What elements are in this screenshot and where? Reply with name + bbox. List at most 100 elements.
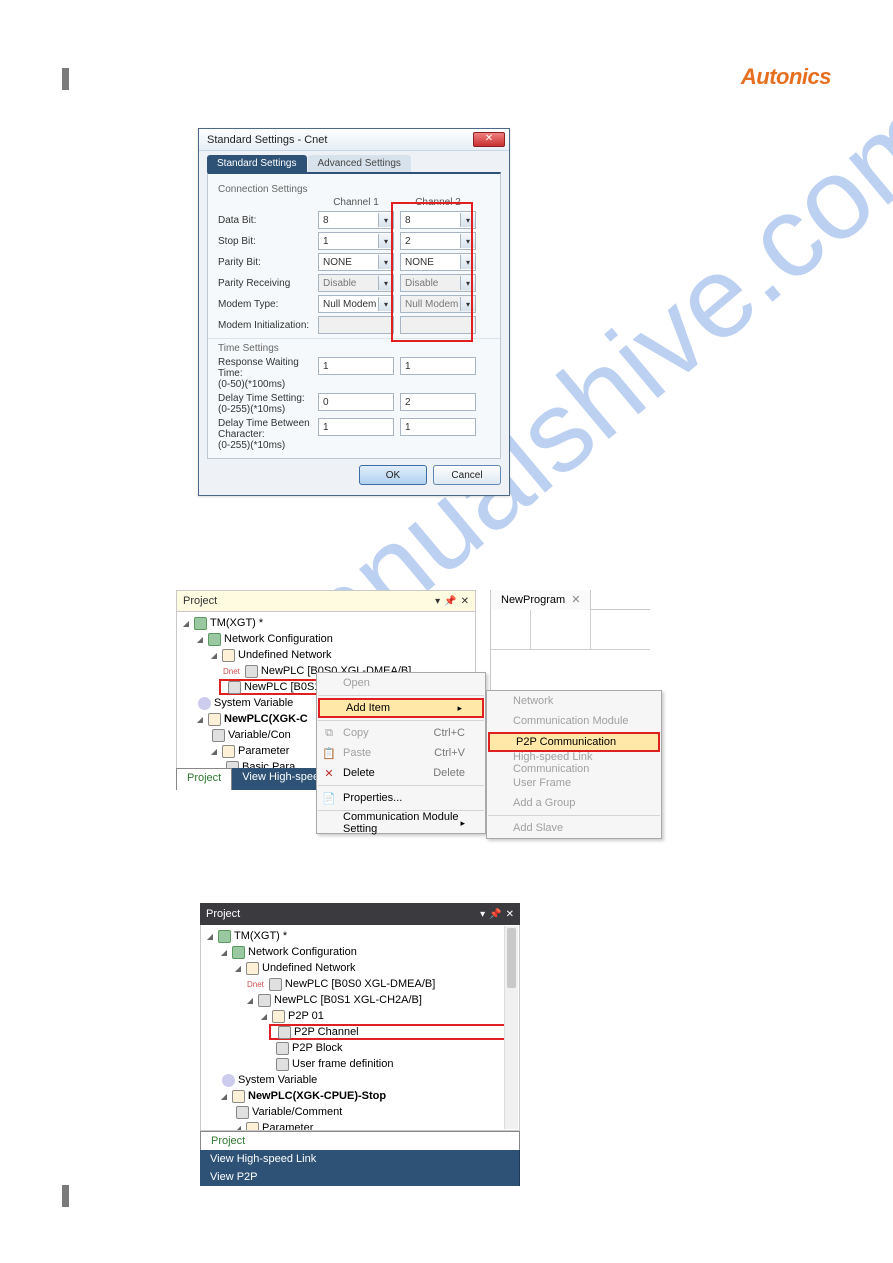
tree-newplc-xgk[interactable]: NewPLC(XGK-CPUE)-Stop: [248, 1090, 386, 1102]
tree-user-frame-def[interactable]: User frame definition: [292, 1058, 394, 1070]
parity-receiving-ch1: Disable▾: [318, 274, 394, 292]
submenu-user-frame[interactable]: User Frame: [487, 773, 661, 793]
stop-bit-ch1[interactable]: 1▾: [318, 232, 394, 250]
close-button[interactable]: ✕: [473, 132, 505, 147]
editor-tab-newprogram[interactable]: NewProgram✕: [491, 590, 591, 610]
modem-init-ch1: [318, 316, 394, 334]
close-icon[interactable]: ✕: [571, 593, 580, 606]
dropdown-icon[interactable]: ▾: [435, 596, 440, 607]
submenu-network[interactable]: Network: [487, 691, 661, 711]
chevron-down-icon: ▾: [378, 234, 393, 248]
data-bit-label: Data Bit:: [218, 215, 318, 226]
tree-var-comment[interactable]: Variable/Con: [228, 729, 291, 741]
bottom-tab-p2p[interactable]: View P2P: [200, 1168, 520, 1186]
delay-time-ch1[interactable]: 0: [318, 393, 394, 411]
chevron-down-icon: ▾: [460, 213, 475, 227]
chevron-right-icon: ▸: [457, 703, 462, 714]
properties-icon: 📄: [322, 792, 336, 805]
delay-char-ch2[interactable]: 1: [400, 418, 476, 436]
parity-bit-ch2[interactable]: NONE▾: [400, 253, 476, 271]
menu-comm-module-setting[interactable]: Communication Module Setting▸: [317, 813, 485, 833]
pin-icon[interactable]: 📌: [444, 596, 456, 607]
project-panel-title: Project: [183, 595, 217, 607]
dialog-titlebar[interactable]: Standard Settings - Cnet ✕: [199, 129, 509, 151]
tree-parameter[interactable]: Parameter: [238, 745, 289, 757]
tree-p2p-block[interactable]: P2P Block: [292, 1042, 343, 1054]
ok-button[interactable]: OK: [359, 465, 427, 485]
chevron-down-icon: ▾: [378, 255, 393, 269]
parity-bit-ch1[interactable]: NONE▾: [318, 253, 394, 271]
tree-newplc-dmea[interactable]: NewPLC [B0S0 XGL-DMEA/B]: [285, 978, 435, 990]
variable-icon: [222, 1074, 235, 1087]
delay-char-ch1[interactable]: 1: [318, 418, 394, 436]
close-icon[interactable]: ✕: [506, 909, 514, 920]
menu-delete[interactable]: ✕DeleteDelete: [317, 763, 485, 783]
tree-network-config[interactable]: Network Configuration: [224, 633, 333, 645]
menu-open[interactable]: Open: [317, 673, 485, 693]
stop-bit-ch2[interactable]: 2▾: [400, 232, 476, 250]
standard-settings-dialog: Standard Settings - Cnet ✕ Standard Sett…: [198, 128, 510, 496]
folder-icon: [246, 962, 259, 975]
scrollbar-thumb[interactable]: [507, 928, 516, 988]
response-waiting-ch2[interactable]: 1: [400, 357, 476, 375]
cancel-button[interactable]: Cancel: [433, 465, 501, 485]
project-panel-header[interactable]: Project ▾ 📌 ✕: [176, 590, 476, 612]
submenu-p2p[interactable]: P2P Communication: [488, 732, 660, 752]
delay-time-ch2[interactable]: 2: [400, 393, 476, 411]
response-waiting-ch1[interactable]: 1: [318, 357, 394, 375]
tree-p2p-channel[interactable]: P2P Channel: [294, 1026, 359, 1038]
tab-advanced-settings[interactable]: Advanced Settings: [308, 155, 411, 172]
tree-system-var[interactable]: System Variable: [238, 1074, 317, 1086]
data-bit-ch1[interactable]: 8▾: [318, 211, 394, 229]
chevron-down-icon: ▾: [460, 276, 475, 290]
plc-icon: [208, 713, 221, 726]
chevron-down-icon: ▾: [378, 276, 393, 290]
project-tree[interactable]: ◢TM(XGT) * ◢Network Configuration ◢Undef…: [200, 925, 520, 1131]
connection-settings-label: Connection Settings: [218, 184, 490, 195]
tree-p2p01[interactable]: P2P 01: [288, 1010, 324, 1022]
dropdown-icon[interactable]: ▾: [480, 909, 485, 920]
menu-add-item[interactable]: Add Item▸: [318, 698, 484, 718]
tab-standard-settings[interactable]: Standard Settings: [207, 155, 307, 172]
module-icon: [228, 681, 241, 694]
context-menu-main: Open Add Item▸ ⧉CopyCtrl+C 📋PasteCtrl+V …: [316, 672, 486, 834]
tree-newplc-ch2a[interactable]: NewPLC [B0S1 XGL-CH2A/B]: [274, 994, 422, 1006]
chevron-right-icon: ▸: [460, 818, 465, 829]
header-marker: [62, 68, 69, 90]
bottom-tab-project[interactable]: Project: [200, 1131, 520, 1150]
chevron-down-icon: ▾: [460, 255, 475, 269]
tree-root[interactable]: TM(XGT) *: [210, 617, 263, 629]
submenu-hsl[interactable]: High-speed Link Communication: [487, 753, 661, 773]
network-icon: [208, 633, 221, 646]
tree-root[interactable]: TM(XGT) *: [234, 930, 287, 942]
pin-icon[interactable]: 📌: [489, 909, 501, 920]
menu-paste[interactable]: 📋PasteCtrl+V: [317, 743, 485, 763]
bottom-tab-hsl[interactable]: View High-speed Link: [200, 1150, 520, 1168]
item-icon: [278, 1026, 291, 1039]
tree-undef-network[interactable]: Undefined Network: [262, 962, 356, 974]
tree-var-comment[interactable]: Variable/Comment: [252, 1106, 342, 1118]
bottom-tab-project[interactable]: Project: [176, 768, 232, 790]
folder-icon: [246, 1122, 259, 1132]
submenu-add-group[interactable]: Add a Group: [487, 793, 661, 813]
stop-bit-label: Stop Bit:: [218, 236, 318, 247]
item-icon: [276, 1042, 289, 1055]
item-icon: [212, 729, 225, 742]
project-icon: [194, 617, 207, 630]
close-icon[interactable]: ✕: [461, 596, 469, 607]
tree-newplc-xgk[interactable]: NewPLC(XGK-C: [224, 713, 308, 725]
submenu-add-slave[interactable]: Add Slave: [487, 818, 661, 838]
chevron-down-icon: ▾: [378, 297, 393, 311]
menu-properties[interactable]: 📄Properties...: [317, 788, 485, 808]
project-panel-header[interactable]: Project ▾ 📌 ✕: [200, 903, 520, 925]
data-bit-ch2[interactable]: 8▾: [400, 211, 476, 229]
submenu-comm-module[interactable]: Communication Module: [487, 711, 661, 731]
tree-system-var[interactable]: System Variable: [214, 697, 293, 709]
scrollbar[interactable]: [504, 926, 518, 1129]
modem-type-ch1[interactable]: Null Modem▾: [318, 295, 394, 313]
tree-network-config[interactable]: Network Configuration: [248, 946, 357, 958]
channel2-header: Channel 2: [400, 197, 476, 208]
tree-parameter[interactable]: Parameter: [262, 1122, 313, 1131]
menu-copy[interactable]: ⧉CopyCtrl+C: [317, 723, 485, 743]
tree-undef-network[interactable]: Undefined Network: [238, 649, 332, 661]
